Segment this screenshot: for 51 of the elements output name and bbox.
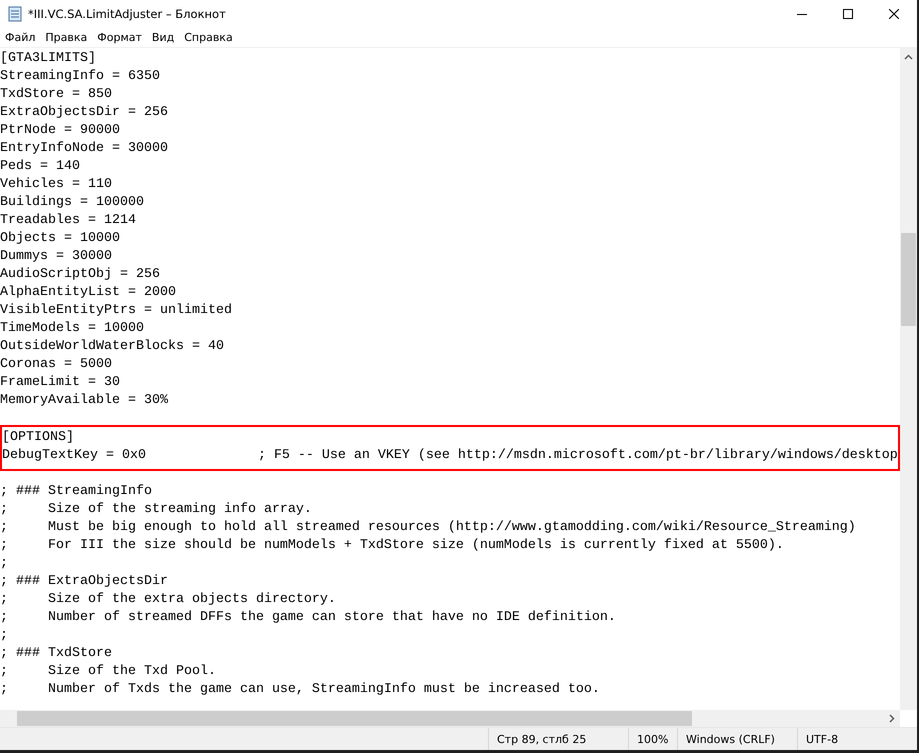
text-line: TxdStore = 850 <box>0 86 112 104</box>
text-line: Objects = 10000 <box>0 230 120 248</box>
text-line: ; ### StreamingInfo <box>0 483 152 501</box>
text-line: StreamingInfo = 6350 <box>0 68 160 86</box>
text-line: Treadables = 1214 <box>0 212 136 230</box>
text-line: MemoryAvailable = 30% <box>0 392 168 410</box>
close-icon <box>889 8 899 18</box>
text-line: ; Must be big enough to hold all streamed resources (http://www.gtamodding.com/wiki/Resource_Streaming) <box>0 519 856 537</box>
text-line: Dummys = 30000 <box>0 248 112 266</box>
status-text: Windows (CRLF) <box>677 728 797 750</box>
text-line: ; <box>0 627 8 645</box>
text-line: EntryInfoNode = 30000 <box>0 140 168 158</box>
maximize-icon <box>843 8 853 18</box>
text-line: Buildings = 100000 <box>0 194 144 212</box>
text-line: ; ### TxdStore <box>0 645 112 663</box>
status-text: 100% <box>628 728 677 750</box>
text-line: ; ### ExtraObjectsDir <box>0 573 168 591</box>
text-line: ; Size of the streaming info array. <box>0 501 312 519</box>
text-line: ; <box>0 555 8 573</box>
text-line: DebugTextKey = 0x0 ; F5 -- Use an VKEY (see http://msdn.microsoft.com/pt-br/library/windows/desktop <box>2 447 898 465</box>
text-line: TimeModels = 10000 <box>0 320 144 338</box>
status-text: Стр 89, стлб 25 <box>488 728 628 750</box>
text-line: PtrNode = 90000 <box>0 122 120 140</box>
scroll-thumb[interactable] <box>17 711 692 726</box>
menu-item[interactable]: Правка <box>40 27 92 47</box>
text-line: ; Size of the Txd Pool. <box>0 663 216 681</box>
text-line: Vehicles = 110 <box>0 176 112 194</box>
menu-item[interactable]: Вид <box>146 27 180 47</box>
notepad-icon <box>8 6 22 22</box>
status-text: UTF-8 <box>797 728 907 750</box>
text-line: AudioScriptObj = 256 <box>0 266 160 284</box>
text-line: ; Number of Txds the game can use, StreamingInfo must be increased too. <box>0 681 600 699</box>
text-line: ExtraObjectsDir = 256 <box>0 104 168 122</box>
text-line: OutsideWorldWaterBlocks = 40 <box>0 338 224 356</box>
text-line: [OPTIONS] <box>2 429 74 447</box>
text-line: Peds = 140 <box>0 158 80 176</box>
window-title: *III.VC.SA.LimitAdjuster – Блокнот <box>28 6 227 20</box>
text-line: ; Number of streamed DFFs the game can store that have no IDE definition. <box>0 609 616 627</box>
menu-item[interactable]: Справка <box>179 27 238 47</box>
vertical-scrollbar[interactable] <box>900 48 917 710</box>
text-line: ; Size of the extra objects directory. <box>0 591 336 609</box>
text-line: VisibleEntityPtrs = unlimited <box>0 302 232 320</box>
text-line: Coronas = 5000 <box>0 356 112 374</box>
text-line: FrameLimit = 30 <box>0 374 120 392</box>
text-line: [GTA3LIMITS] <box>0 50 96 68</box>
horizontal-scrollbar[interactable] <box>0 710 900 727</box>
text-line: ; For III the size should be numModels + TxdStore size (numModels is currently fixed at 5500). <box>0 537 784 555</box>
scroll-thumb[interactable] <box>901 233 916 326</box>
menu-item[interactable]: Формат <box>92 27 147 47</box>
menu-item[interactable]: Файл <box>0 27 40 47</box>
text-line: AlphaEntityList = 2000 <box>0 284 176 302</box>
